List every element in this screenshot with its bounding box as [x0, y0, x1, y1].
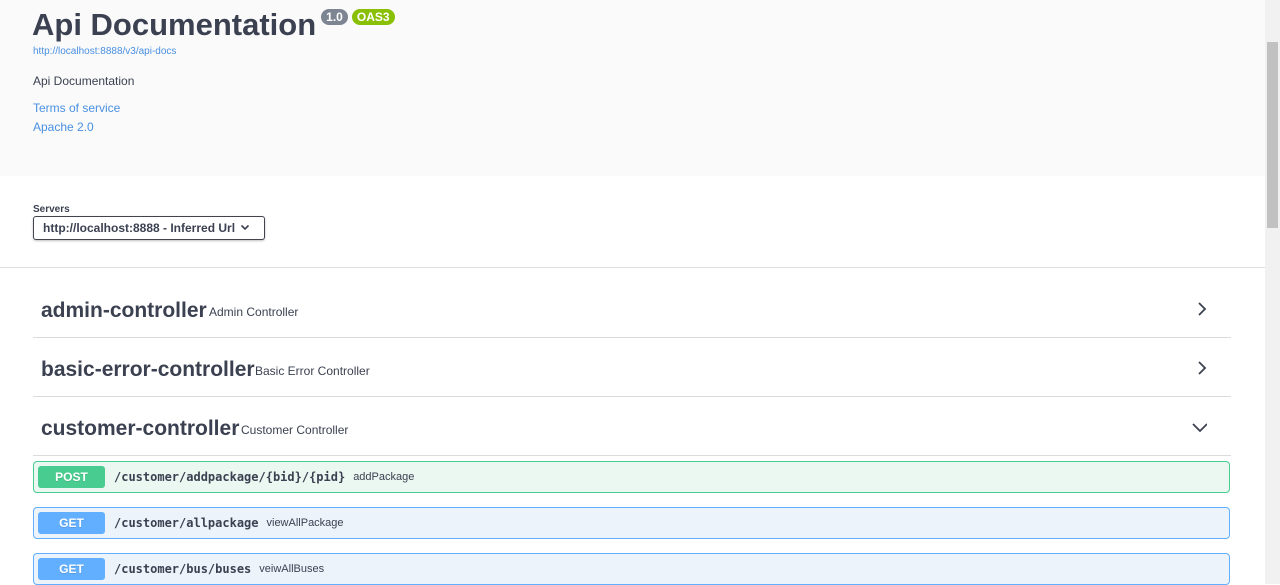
oas-badge: OAS3: [351, 9, 395, 25]
chevron-down-icon: [240, 224, 250, 231]
servers-section: Servers http://localhost:8888 - Inferred…: [0, 176, 1265, 268]
tag-basic-error-controller[interactable]: basic-error-controller Basic Error Contr…: [33, 339, 1231, 397]
page-title: Api Documentation: [32, 7, 317, 42]
title-row: Api Documentation 1.0 OAS3: [32, 4, 395, 46]
tag-description: Customer Controller: [241, 423, 349, 437]
chevron-right-icon[interactable]: [1195, 302, 1209, 316]
tag-name: customer-controller: [41, 417, 240, 440]
method-badge: POST: [38, 466, 105, 488]
operation-path: /customer/addpackage/{bid}/{pid}: [114, 470, 346, 484]
chevron-down-icon[interactable]: [1191, 420, 1207, 434]
tag-admin-controller[interactable]: admin-controller Admin Controller: [33, 280, 1231, 338]
tag-description: Admin Controller: [209, 305, 299, 319]
version-badge: 1.0: [321, 9, 348, 25]
license-link[interactable]: Apache 2.0: [33, 120, 94, 134]
method-badge: GET: [38, 558, 105, 580]
operation-summary: viewAllPackage: [266, 517, 344, 529]
operation-path: /customer/bus/buses: [114, 562, 252, 576]
opblock-get-allpackage[interactable]: GET /customer/allpackage viewAllPackage: [33, 507, 1230, 539]
servers-select[interactable]: http://localhost:8888 - Inferred Url: [33, 216, 265, 240]
tag-name: basic-error-controller: [41, 358, 255, 381]
opblock-post-addpackage[interactable]: POST /customer/addpackage/{bid}/{pid} ad…: [33, 461, 1230, 493]
terms-of-service-link[interactable]: Terms of service: [33, 101, 120, 115]
operation-summary: veiwAllBuses: [259, 563, 325, 575]
spec-url-link[interactable]: http://localhost:8888/v3/api-docs: [33, 46, 176, 57]
tag-name: admin-controller: [41, 299, 207, 322]
chevron-right-icon[interactable]: [1195, 361, 1209, 375]
method-badge: GET: [38, 512, 105, 534]
tag-description: Basic Error Controller: [255, 364, 370, 378]
api-description: Api Documentation: [33, 74, 135, 88]
operation-summary: addPackage: [353, 471, 415, 483]
servers-label: Servers: [33, 204, 70, 215]
vertical-scrollbar[interactable]: [1265, 0, 1280, 584]
opblock-get-bus-buses[interactable]: GET /customer/bus/buses veiwAllBuses: [33, 553, 1230, 585]
tag-customer-controller[interactable]: customer-controller Customer Controller: [33, 398, 1231, 456]
servers-selected-value: http://localhost:8888 - Inferred Url: [43, 221, 236, 235]
info-section: Api Documentation 1.0 OAS3 http://localh…: [0, 0, 1265, 176]
scrollbar-thumb[interactable]: [1267, 42, 1278, 228]
operation-path: /customer/allpackage: [114, 516, 259, 530]
